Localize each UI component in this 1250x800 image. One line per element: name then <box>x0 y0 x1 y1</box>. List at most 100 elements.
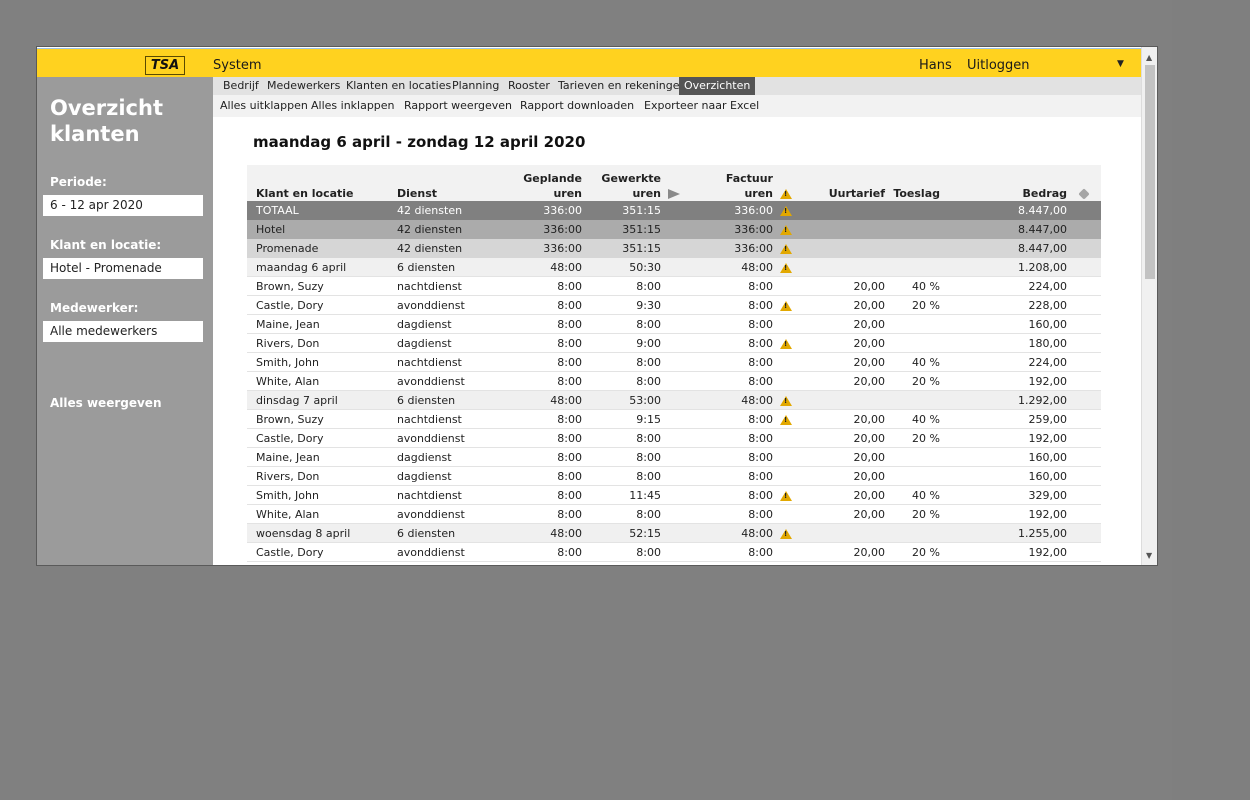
export-excel-button[interactable]: Exporteer naar Excel <box>644 99 759 112</box>
cell-empty <box>1067 466 1101 486</box>
cell-factuur: 8:00 <box>686 504 773 524</box>
day-row[interactable]: woensdag 8 april 6 diensten 48:00 52:15 48:0… <box>247 523 1101 543</box>
cell-empty <box>1067 257 1101 277</box>
cell-empty <box>1067 485 1101 505</box>
cell-uurtarief: 20,00 <box>799 409 885 429</box>
table-row[interactable]: White, Alan avonddienst 8:00 8:00 8:00 20,00 2… <box>247 371 1101 391</box>
vertical-scrollbar[interactable]: ▲ ▼ <box>1141 47 1157 565</box>
client-row[interactable]: Hotel42 diensten336:00351:15336:008.447,… <box>247 219 1101 239</box>
flag-icon[interactable] <box>661 165 686 201</box>
table-row[interactable]: Castle, Dory avonddienst 8:00 8:00 8:00 20,00… <box>247 428 1101 448</box>
location-row[interactable]: Promenade42 diensten336:00351:15336:008.… <box>247 238 1101 258</box>
cell-geplande: 8:00 <box>497 409 582 429</box>
day-row[interactable]: maandag 6 april 6 diensten 48:00 50:30 48:00… <box>247 257 1101 277</box>
cell-factuur: 336:00 <box>686 219 773 239</box>
cell-warning <box>773 542 799 562</box>
scroll-down-icon[interactable]: ▼ <box>1146 551 1152 560</box>
cell-factuur: 8:00 <box>686 371 773 391</box>
show-report-button[interactable]: Rapport weergeven <box>404 99 512 112</box>
cell-name: Rivers, Don <box>247 333 397 353</box>
cell-gewerkte: 8:00 <box>582 504 661 524</box>
tab-overzichten[interactable]: Overzichten <box>679 77 756 95</box>
col-gewerkte-header[interactable]: Gewerkte uren <box>582 165 661 201</box>
table-row[interactable]: Maine, Jean dagdienst 8:00 8:00 8:00 20,00 160… <box>247 314 1101 334</box>
cell-gewerkte: 9:30 <box>582 295 661 315</box>
tab-klanten-en-locaties[interactable]: Klanten en locaties <box>341 77 456 95</box>
user-name[interactable]: Hans <box>919 58 952 73</box>
logout-link[interactable]: Uitloggen <box>967 58 1030 73</box>
period-label: Periode: <box>50 175 107 189</box>
cell-geplande: 8:00 <box>497 333 582 353</box>
col-klant-header[interactable]: Klant en locatie <box>247 165 397 201</box>
table-row[interactable]: Smith, Johnnachtdienst8:0011:458:0020,00… <box>247 485 1101 505</box>
cell-empty <box>1067 333 1101 353</box>
cell-uurtarief: 20,00 <box>799 542 885 562</box>
scroll-up-icon[interactable]: ▲ <box>1146 53 1152 62</box>
cell-geplande: 8:00 <box>497 314 582 334</box>
download-report-button[interactable]: Rapport downloaden <box>520 99 634 112</box>
cell-name: Brown, Suzy <box>247 276 397 296</box>
tab-planning[interactable]: Planning <box>447 77 504 95</box>
col-toeslag-header[interactable]: Toeslag <box>885 165 940 201</box>
tab-tarieven-en-rekeningen[interactable]: Tarieven en rekeningen <box>553 77 691 95</box>
cell-bedrag: 160,00 <box>940 466 1067 486</box>
show-all-link[interactable]: Alles weergeven <box>50 396 162 410</box>
cube-icon[interactable] <box>1067 165 1101 201</box>
col-dienst-header[interactable]: Dienst <box>397 165 497 201</box>
warning-icon <box>773 165 799 201</box>
tab-bedrijf[interactable]: Bedrijf <box>218 77 264 95</box>
cell-geplande: 336:00 <box>497 219 582 239</box>
table-row[interactable]: Rivers, Don dagdienst 8:00 8:00 8:00 20,00 160… <box>247 466 1101 486</box>
cell-geplande: 8:00 <box>497 352 582 372</box>
col-factuur-header[interactable]: Factuur uren <box>686 165 773 201</box>
cell-empty <box>661 219 686 239</box>
cell-factuur: 8:00 <box>686 352 773 372</box>
cell-gewerkte: 8:00 <box>582 371 661 391</box>
cell-warning <box>773 409 799 429</box>
total-row[interactable]: TOTAAL42 diensten336:00351:15336:008.447… <box>247 201 1101 220</box>
cell-gewerkte: 8:00 <box>582 352 661 372</box>
tab-rooster[interactable]: Rooster <box>503 77 555 95</box>
table-row[interactable]: Castle, Dory avonddienst 8:00 8:00 8:00 20,00… <box>247 542 1101 562</box>
cell-toeslag <box>885 257 940 277</box>
col-geplande-header[interactable]: Geplande uren <box>497 165 582 201</box>
tab-medewerkers[interactable]: Medewerkers <box>262 77 345 95</box>
table-row[interactable]: Maine, Jean dagdienst 8:00 8:00 8:00 20,00 160… <box>247 447 1101 467</box>
cell-factuur: 8:00 <box>686 295 773 315</box>
cell-name: Maine, Jean <box>247 447 397 467</box>
chevron-down-icon[interactable]: ▼ <box>1117 59 1124 69</box>
cell-bedrag: 192,00 <box>940 371 1067 391</box>
table-row[interactable]: White, Alan avonddienst 8:00 8:00 8:00 20,00 2… <box>247 504 1101 524</box>
table-row[interactable]: Brown, Suzy nachtdienst 8:00 8:00 8:00 20,00 4… <box>247 276 1101 296</box>
table-row[interactable]: Rivers, Dondagdienst8:009:008:0020,00180… <box>247 333 1101 353</box>
client-location-field[interactable]: Hotel - Promenade <box>43 258 203 279</box>
employee-field[interactable]: Alle medewerkers <box>43 321 203 342</box>
collapse-all-button[interactable]: Alles inklappen <box>311 99 395 112</box>
tsa-logo[interactable]: TSA <box>145 56 185 75</box>
cell-gewerkte: 11:45 <box>582 485 661 505</box>
cell-empty <box>1067 219 1101 239</box>
col-uurtarief-header[interactable]: Uurtarief <box>799 165 885 201</box>
cell-empty <box>661 314 686 334</box>
table-row[interactable]: Brown, Suzynachtdienst8:009:158:0020,004… <box>247 409 1101 429</box>
period-field[interactable]: 6 - 12 apr 2020 <box>43 195 203 216</box>
cell-warning <box>773 523 799 543</box>
day-row[interactable]: dinsdag 7 april 6 diensten 48:00 53:00 48:00… <box>247 390 1101 410</box>
cell-factuur: 8:00 <box>686 333 773 353</box>
cell-toeslag: 40 % <box>885 485 940 505</box>
scroll-thumb[interactable] <box>1145 65 1155 279</box>
cell-bedrag: 180,00 <box>940 333 1067 353</box>
col-bedrag-header[interactable]: Bedrag <box>940 165 1067 201</box>
cell-empty <box>661 352 686 372</box>
cell-uurtarief: 20,00 <box>799 447 885 467</box>
warning-icon <box>780 414 792 425</box>
cell-name: White, Alan <box>247 504 397 524</box>
table-row[interactable]: Castle, Doryavonddienst8:009:308:0020,00… <box>247 295 1101 315</box>
cell-empty <box>1067 523 1101 543</box>
table-row[interactable]: Smith, John nachtdienst 8:00 8:00 8:00 20,00 4… <box>247 352 1101 372</box>
cell-empty <box>661 466 686 486</box>
cell-toeslag <box>885 314 940 334</box>
system-menu[interactable]: System <box>213 58 261 73</box>
expand-all-button[interactable]: Alles uitklappen <box>220 99 308 112</box>
warning-icon <box>780 395 792 406</box>
